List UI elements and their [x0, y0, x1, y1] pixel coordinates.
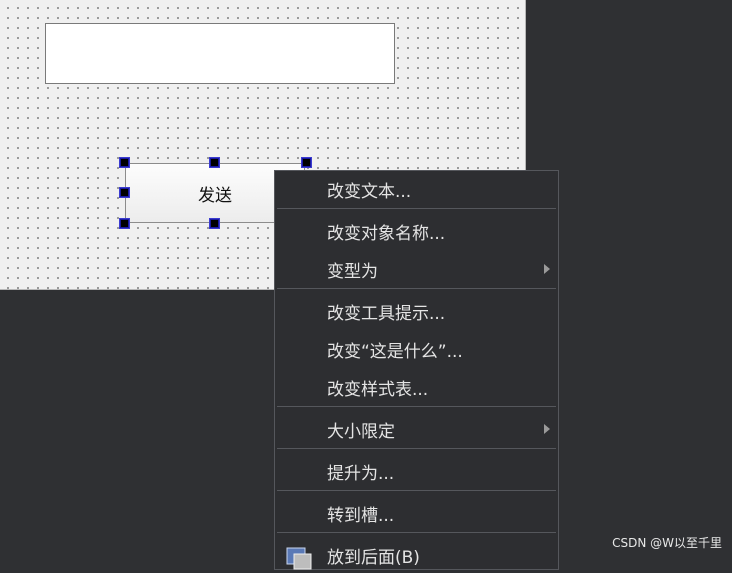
selection-handle-top-middle[interactable] — [209, 157, 220, 168]
context-menu: 改变文本... 改变对象名称... 变型为 改变工具提示... 改变“这是什么”… — [274, 170, 559, 570]
menu-separator — [277, 208, 556, 209]
line-edit-widget[interactable] — [45, 23, 395, 84]
selection-handle-bottom-left[interactable] — [119, 218, 130, 229]
selection-handle-middle-left[interactable] — [119, 187, 130, 198]
menu-item-label: 改变“这是什么”... — [327, 341, 463, 362]
menu-item-send-to-back[interactable]: 放到后面(B) — [275, 537, 558, 573]
submenu-arrow-icon — [544, 424, 550, 434]
menu-item-label: 变型为 — [327, 261, 378, 282]
menu-item-label: 改变对象名称... — [327, 223, 446, 244]
send-to-back-icon — [286, 547, 312, 570]
menu-item-promote-to[interactable]: 提升为... — [275, 453, 558, 489]
menu-item-change-whats-this[interactable]: 改变“这是什么”... — [275, 331, 558, 367]
menu-separator — [277, 448, 556, 449]
menu-item-label: 改变文本... — [327, 181, 412, 202]
menu-item-label: 改变样式表... — [327, 379, 429, 400]
menu-item-label: 提升为... — [327, 463, 395, 484]
menu-item-change-text[interactable]: 改变文本... — [275, 171, 558, 207]
menu-item-label: 放到后面(B) — [327, 547, 420, 568]
selection-handle-top-right[interactable] — [301, 157, 312, 168]
menu-item-size-constraints[interactable]: 大小限定 — [275, 411, 558, 447]
menu-item-label: 改变工具提示... — [327, 303, 446, 324]
watermark-text: CSDN @W以至千里 — [612, 536, 722, 550]
submenu-arrow-icon — [544, 264, 550, 274]
menu-item-morph-into[interactable]: 变型为 — [275, 251, 558, 287]
menu-item-go-to-slot[interactable]: 转到槽... — [275, 495, 558, 531]
push-button-label: 发送 — [198, 185, 232, 206]
menu-item-label: 大小限定 — [327, 421, 395, 442]
menu-item-change-object-name[interactable]: 改变对象名称... — [275, 213, 558, 249]
menu-separator — [277, 406, 556, 407]
selection-handle-top-left[interactable] — [119, 157, 130, 168]
menu-item-change-tooltip[interactable]: 改变工具提示... — [275, 293, 558, 329]
selection-handle-bottom-middle[interactable] — [209, 218, 220, 229]
menu-separator — [277, 532, 556, 533]
menu-item-change-stylesheet[interactable]: 改变样式表... — [275, 369, 558, 405]
menu-separator — [277, 490, 556, 491]
menu-separator — [277, 288, 556, 289]
menu-item-label: 转到槽... — [327, 505, 395, 526]
